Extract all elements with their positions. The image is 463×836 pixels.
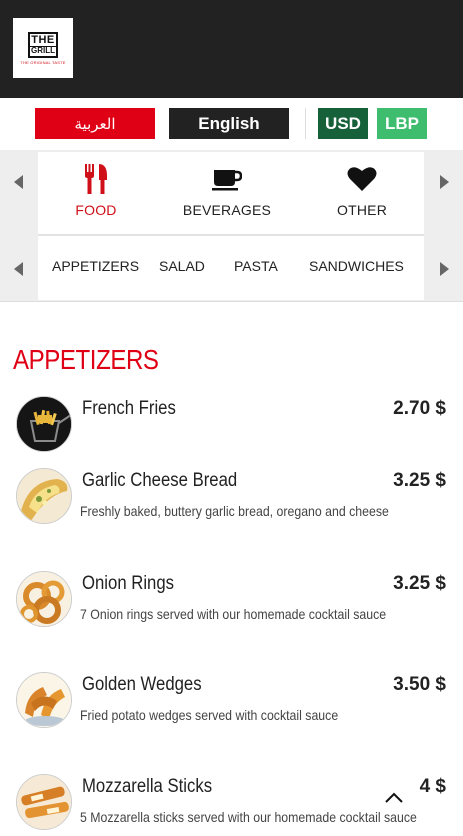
item-name: Golden Wedges <box>82 674 202 695</box>
subcategory-next-arrow-icon[interactable] <box>440 262 449 276</box>
item-price: 3.25 $ <box>393 470 446 491</box>
logo-mark: THE GRILL <box>28 31 58 58</box>
item-name: Mozzarella Sticks <box>82 776 213 797</box>
subcategory-prev-arrow-icon[interactable] <box>14 262 23 276</box>
item-photo <box>16 774 72 830</box>
category-next-arrow-icon[interactable] <box>440 175 449 189</box>
item-description: 5 Mozzarella sticks served with our home… <box>80 809 417 825</box>
item-name: French Fries <box>82 398 176 419</box>
brand-logo[interactable]: THE GRILL THE ORIGINAL TASTE <box>13 18 73 78</box>
language-currency-bar: العربية English USD LBP <box>0 98 463 150</box>
tab-beverages-label: BEVERAGES <box>182 202 272 218</box>
scroll-to-top-button[interactable] <box>383 787 405 807</box>
tab-beverages[interactable]: BEVERAGES <box>163 152 291 234</box>
tab-food[interactable]: FOOD <box>32 152 160 234</box>
tab-food-label: FOOD <box>75 202 117 218</box>
category-tabs: FOOD BEVERAGES OTHER <box>38 152 424 234</box>
fork-knife-icon <box>84 164 108 194</box>
logo-top-text: THE <box>31 33 55 46</box>
divider <box>305 108 306 139</box>
item-photo <box>16 468 72 524</box>
heart-icon <box>347 164 377 194</box>
coffee-cup-icon <box>212 164 242 194</box>
english-language-button[interactable]: English <box>169 108 289 139</box>
item-price: 2.70 $ <box>393 398 446 419</box>
usd-currency-button[interactable]: USD <box>318 108 368 139</box>
tab-sandwiches[interactable]: SANDWICHES <box>309 258 404 274</box>
item-price: 3.50 $ <box>393 674 446 695</box>
subcategory-tabs: APPETIZERS SALAD PASTA SANDWICHES <box>38 236 424 300</box>
item-photo <box>16 672 72 728</box>
chevron-up-icon <box>385 792 403 803</box>
arabic-language-button[interactable]: العربية <box>35 108 155 139</box>
category-navigation: FOOD BEVERAGES OTHER APPETIZERS SALAD PA… <box>0 150 463 302</box>
logo-bottom-text: GRILL <box>30 45 56 55</box>
item-description: 7 Onion rings served with our homemade c… <box>80 606 387 622</box>
tab-salad[interactable]: SALAD <box>159 258 205 274</box>
tab-other-label: OTHER <box>337 202 387 218</box>
app-header: THE GRILL THE ORIGINAL TASTE <box>0 0 463 98</box>
item-photo <box>16 571 72 627</box>
tab-other[interactable]: OTHER <box>298 152 426 234</box>
item-price: 3.25 $ <box>393 573 446 594</box>
tab-appetizers[interactable]: APPETIZERS <box>52 258 139 274</box>
item-price: 4 $ <box>419 776 446 797</box>
item-photo <box>16 396 72 452</box>
item-description: Freshly baked, buttery garlic bread, ore… <box>80 503 389 519</box>
item-description: Fried potato wedges served with cocktail… <box>80 707 339 723</box>
logo-tagline: THE ORIGINAL TASTE <box>20 59 66 65</box>
item-name: Onion Rings <box>82 573 175 594</box>
section-title: APPETIZERS <box>13 344 159 375</box>
category-prev-arrow-icon[interactable] <box>14 175 23 189</box>
tab-pasta[interactable]: PASTA <box>234 258 278 274</box>
item-name: Garlic Cheese Bread <box>82 470 238 491</box>
lbp-currency-button[interactable]: LBP <box>377 108 427 139</box>
